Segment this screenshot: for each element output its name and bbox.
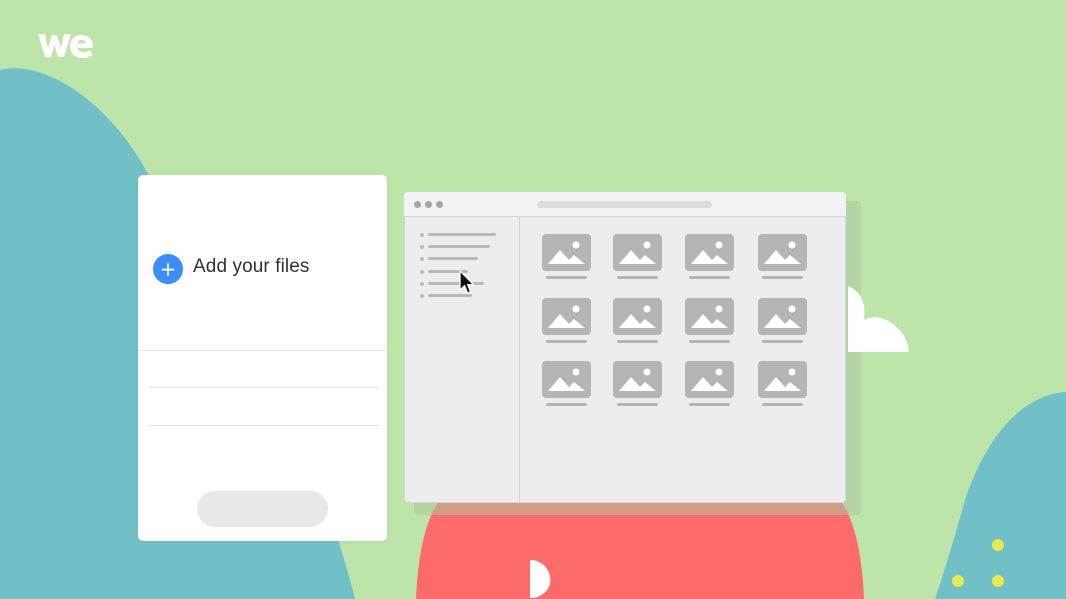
panel-divider	[138, 350, 387, 351]
image-placeholder-icon[interactable]	[542, 298, 591, 335]
browser-titlebar	[404, 192, 846, 217]
teal-blob-right	[935, 392, 1066, 599]
email-field[interactable]	[148, 387, 379, 388]
thumbnail-caption	[617, 340, 658, 343]
image-placeholder-icon[interactable]	[613, 234, 662, 271]
yellow-dot	[992, 575, 1004, 587]
plus-icon[interactable]: +	[153, 254, 183, 284]
thumbnail-caption	[762, 403, 803, 406]
window-dot-icon[interactable]	[425, 201, 432, 208]
image-placeholder-icon[interactable]	[758, 298, 807, 335]
thumbnail-caption	[546, 403, 587, 406]
thumbnail-caption	[546, 276, 587, 279]
transfer-button[interactable]	[197, 491, 328, 527]
image-placeholder-icon[interactable]	[685, 361, 734, 398]
thumbnail-caption	[689, 403, 730, 406]
thumbnail-caption	[689, 340, 730, 343]
yellow-dot	[952, 575, 964, 587]
window-dot-icon[interactable]	[414, 201, 421, 208]
image-placeholder-icon[interactable]	[685, 234, 734, 271]
image-placeholder-icon[interactable]	[685, 298, 734, 335]
image-placeholder-icon[interactable]	[542, 361, 591, 398]
cloud-shape	[848, 286, 909, 352]
add-files-label[interactable]: Add your files	[193, 256, 310, 278]
mouse-pointer-icon	[459, 270, 475, 294]
thumbnail-caption	[762, 276, 803, 279]
upload-panel: + Add your files	[138, 175, 387, 541]
browser-sidebar	[404, 217, 520, 503]
file-browser-window	[404, 192, 846, 503]
image-placeholder-icon[interactable]	[758, 234, 807, 271]
image-placeholder-icon[interactable]	[758, 361, 807, 398]
thumbnail-caption	[617, 276, 658, 279]
window-dot-icon[interactable]	[436, 201, 443, 208]
thumbnail-caption	[762, 340, 803, 343]
thumbnail-caption	[617, 403, 658, 406]
yellow-dot	[992, 539, 1004, 551]
thumbnail-caption	[689, 276, 730, 279]
message-field[interactable]	[148, 425, 379, 426]
address-bar[interactable]	[537, 201, 712, 208]
image-placeholder-icon[interactable]	[613, 361, 662, 398]
image-placeholder-icon[interactable]	[613, 298, 662, 335]
thumbnail-caption	[546, 340, 587, 343]
wetransfer-logo-icon[interactable]	[36, 30, 96, 62]
image-placeholder-icon[interactable]	[542, 234, 591, 271]
